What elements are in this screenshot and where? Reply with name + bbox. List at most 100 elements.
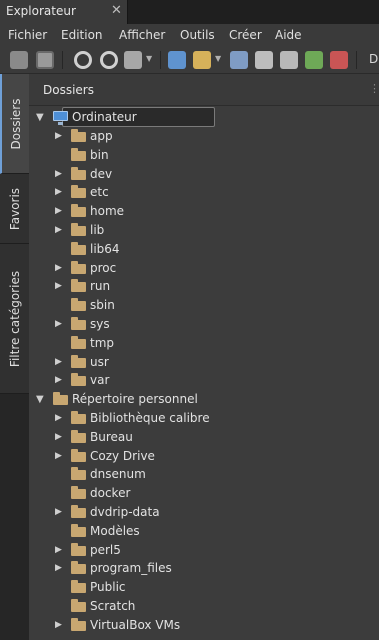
image-icon[interactable]: [305, 51, 323, 69]
tree-item[interactable]: ▶ Cozy Drive: [0, 447, 379, 466]
tree-item[interactable]: ▶ Bibliothèque calibre: [0, 409, 379, 428]
tree-item[interactable]: ▶ perl5: [0, 541, 379, 560]
collapsed-arrow-icon[interactable]: ▶: [55, 277, 62, 296]
history-icon[interactable]: [124, 51, 142, 69]
tree-item[interactable]: ▶ run: [0, 277, 379, 296]
expanded-arrow-icon[interactable]: ▼: [36, 108, 44, 127]
window-tab[interactable]: Explorateur ✕: [0, 0, 128, 24]
tree-item[interactable]: ▶ app: [0, 127, 379, 146]
collapsed-arrow-icon[interactable]: ▶: [55, 447, 62, 466]
tree-item-label: sbin: [90, 298, 115, 313]
collapsed-arrow-icon[interactable]: ▶: [55, 428, 62, 447]
menu-bar: Fichier Edition Afficher Outils Créer Ai…: [0, 24, 379, 46]
tree-item-label: Public: [90, 580, 126, 595]
window-tab-title: Explorateur: [6, 4, 76, 18]
menu-aide[interactable]: Aide: [275, 28, 302, 42]
tree-item-label: Bureau: [90, 429, 133, 444]
folder-icon: [71, 241, 86, 255]
back-icon[interactable]: [74, 51, 92, 69]
tree-item[interactable]: ▶ etc: [0, 183, 379, 202]
collapsed-arrow-icon[interactable]: ▶: [55, 127, 62, 146]
folder-icon: [71, 467, 86, 481]
tree-item[interactable]: ▶ dev: [0, 165, 379, 184]
folder-icon: [71, 373, 86, 387]
find-icon[interactable]: [230, 51, 248, 69]
folder-icon: [71, 429, 86, 443]
new-folder-icon[interactable]: [193, 51, 211, 69]
folder-icon: [71, 411, 86, 424]
collapsed-arrow-icon[interactable]: ▶: [55, 315, 62, 334]
tree-item[interactable]: sbin: [0, 296, 379, 315]
collapsed-arrow-icon[interactable]: ▶: [55, 541, 62, 560]
tree-item[interactable]: lib64: [0, 240, 379, 259]
collapsed-arrow-icon[interactable]: ▶: [55, 259, 62, 278]
tree-item[interactable]: ▶ proc: [0, 259, 379, 278]
tree-item[interactable]: ▶ dvdrip-data: [0, 503, 379, 522]
menu-creer[interactable]: Créer: [229, 28, 262, 42]
tree-item-label: program_files: [90, 561, 172, 576]
tree-item[interactable]: Modèles: [0, 522, 379, 541]
menu-outils[interactable]: Outils: [180, 28, 215, 42]
folder-icon: [71, 147, 86, 161]
history-dropdown-icon[interactable]: ▼: [146, 54, 152, 63]
tree-item-label: Modèles: [90, 523, 140, 538]
folder-icon: [71, 561, 86, 575]
collapsed-arrow-icon[interactable]: ▶: [55, 202, 62, 221]
tree-item[interactable]: Scratch: [0, 597, 379, 616]
tree-item-label: usr: [90, 354, 109, 369]
collapsed-arrow-icon[interactable]: ▶: [55, 616, 62, 635]
folder-icon: [71, 185, 86, 199]
collapsed-arrow-icon[interactable]: ▶: [55, 559, 62, 578]
forward-icon[interactable]: [100, 51, 118, 69]
panel-grip-icon[interactable]: ⋮⋮: [369, 82, 379, 95]
fullscreen-icon[interactable]: [36, 51, 54, 69]
photo-icon[interactable]: [330, 51, 348, 69]
tree-root-node[interactable]: ▼ Ordinateur: [0, 108, 379, 127]
folder-icon: [71, 204, 86, 218]
tree-item[interactable]: ▶ home: [0, 202, 379, 221]
collapsed-arrow-icon[interactable]: ▶: [55, 503, 62, 522]
tree-item-label: bin: [90, 147, 109, 162]
collapsed-arrow-icon[interactable]: ▶: [55, 353, 62, 372]
tree-item[interactable]: ▶ lib: [0, 221, 379, 240]
folder-icon: [71, 223, 86, 236]
tree-item[interactable]: ▶ VirtualBox VMs: [0, 616, 379, 635]
tree-root-node[interactable]: ▼ Répertoire personnel: [0, 390, 379, 409]
tree-item[interactable]: ▶ program_files: [0, 559, 379, 578]
menu-afficher[interactable]: Afficher: [119, 28, 165, 42]
tree-item[interactable]: ▶ Bureau: [0, 428, 379, 447]
new-folder-dropdown-icon[interactable]: ▼: [215, 54, 221, 63]
properties-icon[interactable]: [168, 51, 186, 69]
tree-item-label: perl5: [90, 542, 121, 557]
toolbar-separator: [160, 51, 161, 69]
tree-item[interactable]: Public: [0, 578, 379, 597]
folder-icon: [71, 523, 86, 537]
title-bar: Explorateur ✕: [0, 0, 379, 24]
tree-item[interactable]: ▶ sys: [0, 315, 379, 334]
folder-icon: [71, 542, 86, 556]
menu-edition[interactable]: Edition: [61, 28, 103, 42]
tree-item-label: sys: [90, 317, 110, 331]
tree-item-label: etc: [90, 185, 109, 200]
tree-item-label: Scratch: [90, 599, 136, 613]
slideshow-icon[interactable]: [280, 51, 298, 69]
collapsed-arrow-icon[interactable]: ▶: [55, 221, 62, 240]
folder-icon: [71, 580, 86, 594]
tree-item-label: app: [90, 129, 113, 143]
print-icon[interactable]: [255, 51, 273, 69]
menu-fichier[interactable]: Fichier: [8, 28, 47, 42]
tree-item[interactable]: bin: [0, 146, 379, 165]
screenshot-icon[interactable]: [10, 51, 28, 69]
collapsed-arrow-icon[interactable]: ▶: [55, 183, 62, 202]
tree-item-label: var: [90, 373, 110, 388]
collapsed-arrow-icon[interactable]: ▶: [55, 371, 62, 390]
tree-item[interactable]: dnsenum: [0, 465, 379, 484]
tree-item[interactable]: docker: [0, 484, 379, 503]
collapsed-arrow-icon[interactable]: ▶: [55, 409, 62, 428]
tree-item[interactable]: ▶ var: [0, 371, 379, 390]
tree-item[interactable]: ▶ usr: [0, 353, 379, 372]
tree-item[interactable]: tmp: [0, 334, 379, 353]
close-icon[interactable]: ✕: [111, 3, 122, 18]
expanded-arrow-icon[interactable]: ▼: [36, 390, 44, 409]
collapsed-arrow-icon[interactable]: ▶: [55, 165, 62, 184]
